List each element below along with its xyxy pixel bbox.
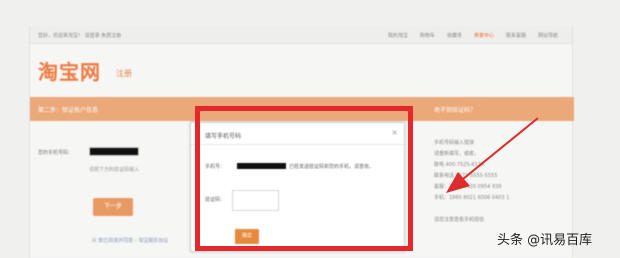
screenshot-frame: 您好，欢迎来淘宝！ 请登录 免费注册 我的淘宝 购物车 收藏夹 卖家中心 联系客… bbox=[0, 0, 620, 258]
watermark: 头条 @讯易百库 bbox=[497, 233, 593, 248]
red-arrow-icon bbox=[446, 117, 539, 193]
